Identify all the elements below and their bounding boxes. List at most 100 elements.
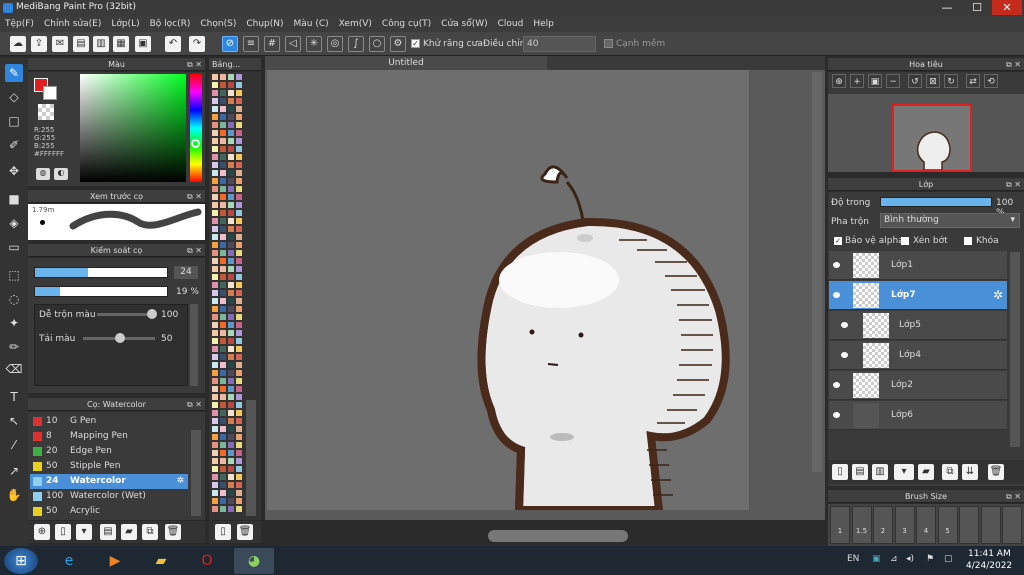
maximize-button[interactable]: ☐: [962, 0, 992, 15]
palette-swatch[interactable]: [211, 73, 219, 81]
palette-swatch[interactable]: [211, 449, 219, 457]
palette-swatch[interactable]: [211, 297, 219, 305]
palette-swatch[interactable]: [219, 321, 227, 329]
palette-swatch[interactable]: [211, 145, 219, 153]
palette-swatch[interactable]: [211, 193, 219, 201]
palette-swatch[interactable]: [235, 289, 243, 297]
palette-swatch[interactable]: [227, 145, 235, 153]
palette-swatch[interactable]: [219, 257, 227, 265]
palette-swatch[interactable]: [235, 201, 243, 209]
palette-swatch[interactable]: [227, 129, 235, 137]
panel-close-icon[interactable]: ⧉ ✕: [1006, 178, 1021, 191]
layer-row-selected[interactable]: Lớp7 ✲: [829, 281, 1007, 310]
palette-swatch[interactable]: [227, 273, 235, 281]
panel-close-icon[interactable]: ⧉ ✕: [1006, 58, 1021, 71]
palette-swatch[interactable]: [235, 257, 243, 265]
panel-close-icon[interactable]: ⧉ ✕: [187, 58, 202, 71]
palette-swatch[interactable]: [235, 241, 243, 249]
palette-swatch[interactable]: [227, 169, 235, 177]
palette-swatch[interactable]: [227, 457, 235, 465]
palette-swatch[interactable]: [235, 265, 243, 273]
palette-swatch[interactable]: [219, 281, 227, 289]
palette-swatch[interactable]: [219, 105, 227, 113]
menu-help[interactable]: Help: [528, 16, 559, 32]
palette-swatch[interactable]: [235, 97, 243, 105]
settings-snap-icon[interactable]: ⚙: [390, 36, 406, 52]
palette-swatch[interactable]: [227, 417, 235, 425]
palette-swatch[interactable]: [235, 377, 243, 385]
circle-snap-icon[interactable]: ◎: [327, 36, 343, 52]
brush-scrollbar[interactable]: [191, 430, 201, 516]
palette-swatch[interactable]: [227, 281, 235, 289]
cross-snap-icon[interactable]: #: [264, 36, 280, 52]
palette-swatch[interactable]: [227, 329, 235, 337]
palette-swatch[interactable]: [219, 353, 227, 361]
menu-cloud[interactable]: Cloud: [493, 16, 529, 32]
palette-swatch[interactable]: [235, 473, 243, 481]
duplicate-layer-icon[interactable]: ⧉: [942, 464, 958, 480]
palette-swatch[interactable]: [227, 89, 235, 97]
add-brush-icon[interactable]: ⊕: [34, 524, 50, 540]
palette-swatch[interactable]: [219, 81, 227, 89]
palette-swatch[interactable]: [219, 313, 227, 321]
brush-folder-icon[interactable]: ▰: [121, 524, 137, 540]
palette-swatch[interactable]: [235, 73, 243, 81]
palette-swatch[interactable]: [235, 273, 243, 281]
palette-swatch[interactable]: [235, 409, 243, 417]
zoom-out-icon[interactable]: −: [886, 74, 900, 88]
palette-swatch[interactable]: [227, 177, 235, 185]
panel-close-icon[interactable]: ⧉ ✕: [187, 190, 202, 203]
color-palette[interactable]: [211, 73, 243, 513]
volume-icon[interactable]: ◂): [906, 554, 914, 564]
menu-window[interactable]: Cửa sổ(W): [436, 16, 492, 32]
pen-tool-icon[interactable]: ✐: [5, 136, 23, 154]
palette-swatch[interactable]: [235, 305, 243, 313]
palette-swatch[interactable]: [219, 193, 227, 201]
magic-wand-tool-icon[interactable]: ✦: [5, 314, 23, 332]
minimize-button[interactable]: —: [932, 0, 962, 15]
canvas-hscroll[interactable]: [488, 530, 628, 542]
actual-size-icon[interactable]: ▣: [868, 74, 882, 88]
palette-swatch[interactable]: [235, 385, 243, 393]
palette-swatch[interactable]: [227, 361, 235, 369]
lock-checkbox[interactable]: [964, 237, 972, 245]
palette-swatch[interactable]: [235, 233, 243, 241]
menu-edit[interactable]: Chỉnh sửa(E): [39, 16, 106, 32]
palette-swatch[interactable]: [211, 81, 219, 89]
reset-icon[interactable]: ⟲: [984, 74, 998, 88]
move-tool-icon[interactable]: ✥: [5, 162, 23, 180]
export-icon[interactable]: ⇪: [31, 36, 47, 52]
size-value[interactable]: 24: [174, 266, 198, 279]
palette-swatch[interactable]: [227, 233, 235, 241]
palette-swatch[interactable]: [211, 329, 219, 337]
palette-swatch[interactable]: [235, 457, 243, 465]
palette-swatch[interactable]: [219, 393, 227, 401]
palette-swatch[interactable]: [219, 361, 227, 369]
zoom-in-icon[interactable]: +: [850, 74, 864, 88]
palette-swatch[interactable]: [211, 201, 219, 209]
palette-scrollbar[interactable]: [246, 400, 256, 516]
brush-item-selected[interactable]: 24 Watercolor ✲: [30, 474, 188, 489]
palette-swatch[interactable]: [227, 265, 235, 273]
palette-swatch[interactable]: [235, 193, 243, 201]
palette-swatch[interactable]: [211, 385, 219, 393]
redo-icon[interactable]: ↷: [189, 36, 205, 52]
brush-size-cell[interactable]: 5: [937, 506, 958, 544]
parallel-snap-icon[interactable]: ≡: [243, 36, 259, 52]
text-tool-icon[interactable]: T: [5, 388, 23, 406]
palette-swatch[interactable]: [219, 409, 227, 417]
palette-swatch[interactable]: [235, 225, 243, 233]
layer-row[interactable]: Lớp5: [829, 311, 1007, 340]
palette-swatch[interactable]: [235, 281, 243, 289]
palette-swatch[interactable]: [227, 137, 235, 145]
vanish-snap-icon[interactable]: ◁: [285, 36, 301, 52]
palette-swatch[interactable]: [219, 217, 227, 225]
palette-swatch[interactable]: [219, 481, 227, 489]
palette-swatch[interactable]: [227, 209, 235, 217]
palette-swatch[interactable]: [211, 505, 219, 513]
brush-size-cell[interactable]: 1: [830, 506, 850, 544]
brush-size-cell[interactable]: [959, 506, 979, 544]
palette-swatch[interactable]: [235, 393, 243, 401]
select-eraser-tool-icon[interactable]: ⌫: [5, 360, 23, 378]
palette-swatch[interactable]: [235, 353, 243, 361]
